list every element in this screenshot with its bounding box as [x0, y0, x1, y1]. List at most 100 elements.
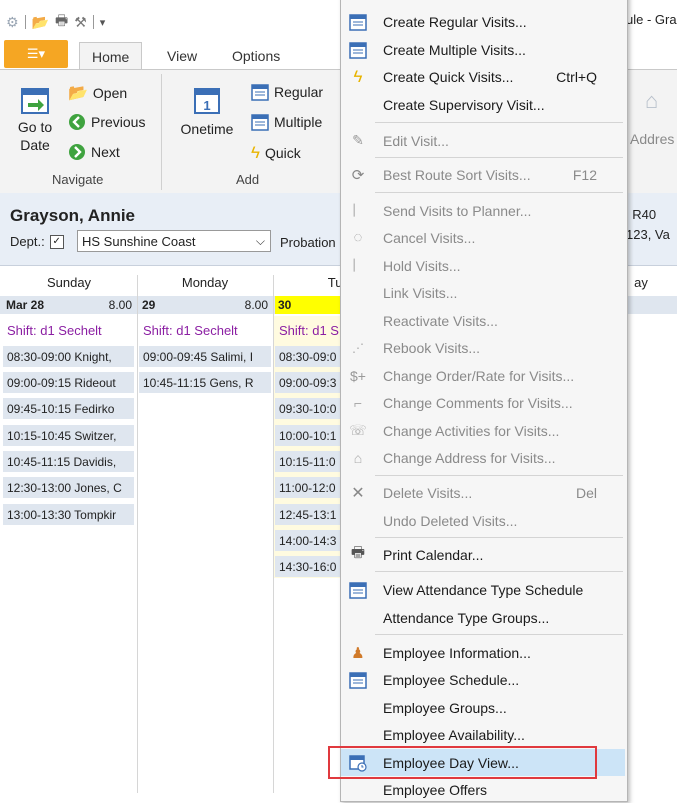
file-menu-button[interactable]: ☰▾ [4, 40, 68, 68]
menu-separator [375, 537, 623, 538]
previous-button[interactable]: Previous [68, 113, 145, 131]
column-divider [137, 275, 138, 793]
menu-item-change-order-rate[interactable]: $+ Change Order/Rate for Visits... [341, 362, 625, 389]
menu-separator [375, 634, 623, 635]
employee-address: 123, Va [626, 227, 670, 242]
visit-item[interactable]: 08:30-09:0 [275, 346, 341, 367]
quick-button[interactable]: ϟ Quick [251, 143, 301, 163]
menu-item-delete-visits[interactable]: ✕ Delete Visits... Del [341, 479, 625, 506]
day-header-sunday: Sunday [46, 275, 92, 290]
address-icon: ⌂ [353, 449, 363, 466]
menu-item-send-visits-to-planner[interactable]: ▏ Send Visits to Planner... [341, 197, 625, 224]
visit-item[interactable]: 11:00-12:0 [275, 477, 341, 498]
visit-item[interactable]: 10:45-11:15 Gens, R [139, 372, 271, 393]
menu-separator [375, 192, 623, 193]
pencil-icon: ✎ [352, 132, 364, 148]
menu-item-create-supervisory-visit[interactable]: Create Supervisory Visit... [341, 91, 625, 118]
menu-item-employee-schedule[interactable]: Employee Schedule... [341, 666, 625, 693]
menu-item-employee-offers[interactable]: Employee Offers [341, 776, 625, 803]
menu-item-employee-information[interactable]: ♟ Employee Information... [341, 639, 625, 666]
print-icon[interactable]: 🖶 [55, 10, 68, 34]
visit-item[interactable]: 13:00-13:30 Tompkir [3, 504, 134, 525]
visit-item[interactable]: 09:00-09:45 Salimi, I [139, 346, 271, 367]
menu-item-link-visits[interactable]: Link Visits... [341, 279, 625, 306]
hold-icon: ▏ [353, 260, 363, 272]
route-icon: ⟳ [351, 166, 365, 184]
visit-item[interactable]: 09:00-09:3 [275, 372, 341, 393]
shift-label[interactable]: Shift: d1 S [275, 320, 341, 340]
visit-item[interactable]: 08:30-09:00 Knight, [3, 346, 134, 367]
visit-item[interactable]: 12:45-13:1 [275, 504, 341, 525]
date-cell-tuesday[interactable]: 30 [275, 296, 341, 314]
regular-button[interactable]: Regular [251, 83, 323, 101]
menu-item-rebook-visits[interactable]: ⋰ Rebook Visits... [341, 334, 625, 361]
menu-item-reactivate-visits[interactable]: Reactivate Visits... [341, 307, 625, 334]
delete-icon: ✕ [351, 484, 365, 502]
probation-label: Probation [280, 235, 336, 250]
address-button-label: Addres [630, 131, 675, 147]
lightning-icon: ϟ [353, 66, 363, 86]
previous-arrow-icon [69, 114, 85, 130]
menu-item-attendance-type-groups[interactable]: Attendance Type Groups... [341, 604, 625, 631]
department-checkbox[interactable]: ✓ [49, 234, 64, 249]
menu-item-hold-visits[interactable]: ▏ Hold Visits... [341, 252, 625, 279]
visit-item[interactable]: 09:00-09:15 Rideout [3, 372, 134, 393]
tools-icon[interactable]: ⚒ [74, 14, 87, 31]
lightning-icon: ϟ [251, 143, 260, 162]
visit-item[interactable]: 10:15-10:45 Switzer, [3, 425, 134, 446]
visit-item[interactable]: 14:30-16:0 [275, 556, 341, 577]
tab-options[interactable]: Options [220, 42, 292, 69]
menu-item-undo-deleted-visits[interactable]: Undo Deleted Visits... [341, 507, 625, 534]
visit-item[interactable]: 09:45-10:15 Fedirko [3, 398, 134, 419]
menu-separator [375, 571, 623, 572]
tab-home[interactable]: Home [79, 42, 143, 70]
menu-item-print-calendar[interactable]: 🖶 Print Calendar... [341, 541, 625, 568]
visit-item[interactable]: 09:30-10:0 [275, 398, 341, 419]
person-icon: ♟ [351, 644, 365, 662]
tab-view[interactable]: View [155, 42, 209, 69]
rebook-icon: ⋰ [352, 340, 364, 355]
address-icon: ⌂ [645, 88, 659, 113]
open-folder-icon[interactable]: 📂 [32, 14, 49, 31]
menu-item-create-regular-visits[interactable]: Create Regular Visits... [341, 8, 625, 35]
app-gear-icon[interactable]: ⚙ [6, 14, 19, 31]
shift-label[interactable]: Shift: d1 Sechelt [3, 320, 134, 340]
menu-separator [375, 475, 623, 476]
onetime-button[interactable]: 1 Onetime [176, 84, 238, 138]
qat-separator [24, 15, 26, 29]
printer-icon: 🖶 [350, 544, 366, 561]
day-header-monday: Monday [181, 275, 229, 290]
qat-dropdown-icon[interactable]: ▾ [100, 16, 106, 29]
menu-item-best-route-sort-visits[interactable]: ⟳ Best Route Sort Visits... F12 [341, 161, 625, 188]
menu-item-create-quick-visits[interactable]: ϟ Create Quick Visits... Ctrl+Q [341, 63, 625, 90]
date-cell-sunday[interactable]: Mar 28 8.00 [3, 296, 135, 314]
menu-item-cancel-visits[interactable]: ◌ Cancel Visits... [341, 224, 625, 251]
employee-name: Grayson, Annie [10, 206, 136, 225]
open-folder-icon: 📂 [68, 85, 88, 102]
open-button[interactable]: 📂 Open [68, 83, 127, 103]
menu-item-create-multiple-visits[interactable]: Create Multiple Visits... [341, 36, 625, 63]
menu-item-change-address[interactable]: ⌂ Change Address for Visits... [341, 444, 625, 471]
shift-label[interactable]: Shift: d1 Sechelt [139, 320, 271, 340]
go-to-date-button[interactable]: Go to Date [12, 84, 58, 154]
visit-item[interactable]: 10:15-11:0 [275, 451, 341, 472]
menu-item-edit-visit[interactable]: ✎ Edit Visit... [341, 127, 625, 154]
visit-item[interactable]: 12:30-13:00 Jones, C [3, 477, 134, 498]
menu-item-employee-availability[interactable]: Employee Availability... [341, 721, 625, 748]
multiple-button[interactable]: Multiple [251, 113, 322, 131]
menu-item-view-attendance-type-schedule[interactable]: View Attendance Type Schedule [341, 576, 625, 603]
qat-separator [92, 15, 94, 29]
quick-access-toolbar: ⚙ 📂 🖶 ⚒ ▾ [6, 10, 105, 34]
visit-item[interactable]: 10:45-11:15 Davidis, [3, 451, 134, 472]
menu-item-change-comments[interactable]: ⌐ Change Comments for Visits... [341, 389, 625, 416]
date-cell-monday[interactable]: 29 8.00 [139, 296, 271, 314]
ribbon-group-divider [161, 74, 162, 190]
department-select[interactable]: HS Sunshine Coast ⌵ [77, 230, 271, 252]
visit-item[interactable]: 10:00-10:1 [275, 425, 341, 446]
visit-item[interactable]: 14:00-14:3 [275, 530, 341, 551]
next-button[interactable]: Next [68, 143, 120, 161]
cancel-icon: ◌ [353, 229, 363, 246]
menu-item-employee-groups[interactable]: Employee Groups... [341, 694, 625, 721]
calendar-icon [251, 84, 269, 101]
menu-item-change-activities[interactable]: ☏ Change Activities for Visits... [341, 417, 625, 444]
